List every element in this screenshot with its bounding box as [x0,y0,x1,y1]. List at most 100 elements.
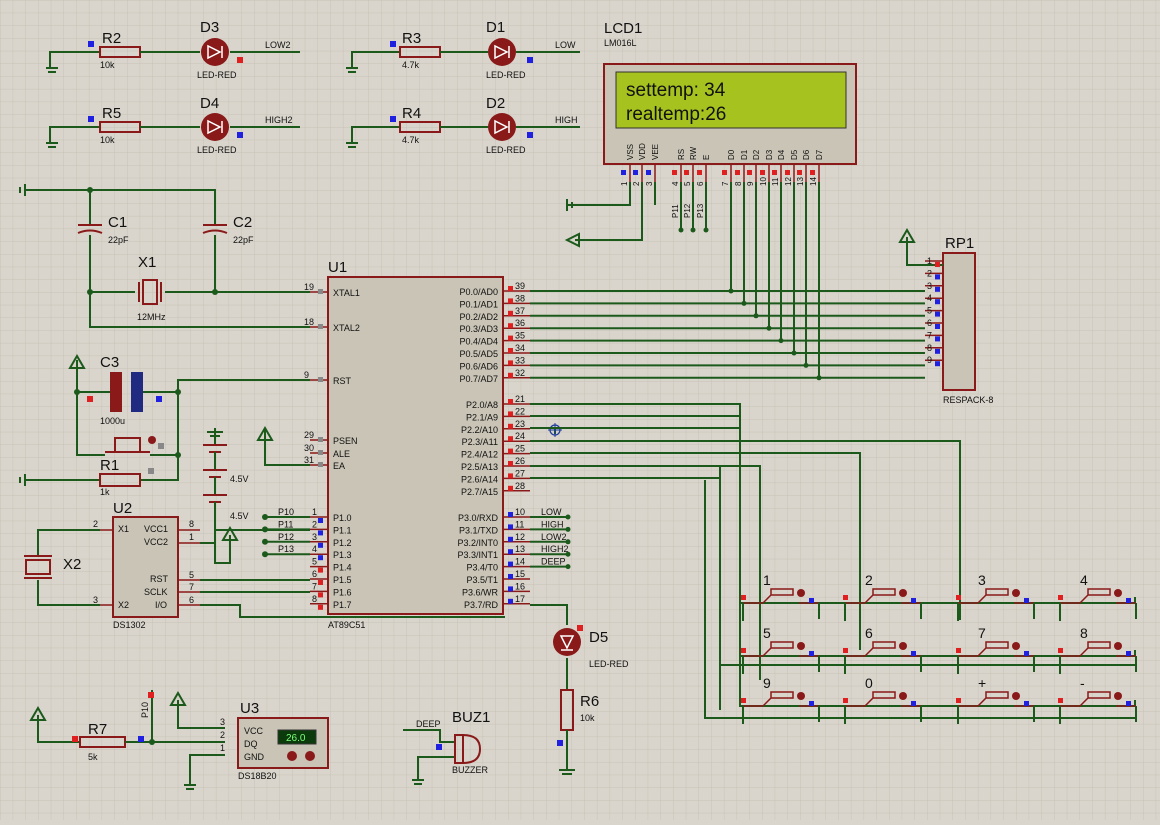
mcu-pin-state-7 [318,592,323,598]
lcd-ctrl-net-1: P11 [671,204,680,218]
mcu-pin-label-p2-4: P2.4/A12 [461,450,498,460]
u3-pin-vcc: VCC [244,726,264,736]
bus-junction-3 [766,325,772,331]
r5-ref: R5 [102,105,121,122]
x1-ref: X1 [138,254,156,271]
mcu-pin-label-p0-6: P0.6/AD6 [459,361,498,371]
mcu-pin-label-p3-2: P3.2/INT0 [457,538,498,548]
rp1-pin-number-5: 5 [927,306,932,316]
rp1-pin-state-6 [935,324,940,329]
mcu-pin-state-37 [508,310,513,316]
mcu-pin-number-10: 10 [515,507,525,517]
mcu-pin-label-xtal2: XTAL2 [333,323,360,333]
mcu-pin-label-p1-6: P1.6 [333,587,352,597]
lcd-pin-number-14: 14 [809,177,818,186]
mcu-pin-number-3: 3 [312,532,317,542]
rp1-pin-number-2: 2 [927,268,932,278]
rp1-pin-number-9: 9 [927,355,932,365]
lcd-pin-label-d7: D7 [815,149,824,160]
lcd-pin-number-9: 9 [746,181,755,186]
u2-part: DS1302 [113,620,146,630]
lcd-pin-label-e: E [702,155,711,160]
bus-junction-0 [728,288,734,294]
d2-ref: D2 [486,95,505,112]
rp1-pin-state-3 [935,286,940,292]
net-label-p3-HIGH: HIGH [541,519,564,529]
bus-junction-4 [778,338,784,344]
mcu-pin-number-32: 32 [515,368,525,378]
bus-junction-5 [791,350,797,356]
mcu-pin-label-p0-4: P0.4/AD4 [459,337,498,347]
r2-ref: R2 [102,30,121,47]
d2-net-label: HIGH [555,115,578,125]
u3-pin-gnd: GND [244,752,265,762]
mcu-pin-state-22 [508,411,513,417]
mcu-pin-state-19 [318,289,323,294]
r4-ref: R4 [402,105,421,122]
lcd-pin-state-2 [633,170,638,175]
u2-pin-1: 1 [189,532,194,542]
u2-pin-vcc1: VCC1 [144,524,168,534]
lcd-ctrl-terminal-2 [690,227,696,233]
lcd-pin-label-d6: D6 [802,149,811,160]
buzzer-value: BUZZER [452,765,489,775]
mcu-pin-label-p1-0: P1.0 [333,513,352,523]
rp1-pin-number-6: 6 [927,318,932,328]
mcu-pin-number-17: 17 [515,594,525,604]
mcu-pin-number-8: 8 [312,594,317,604]
lcd-line-1: settemp: 34 [626,80,726,101]
u2-pin-sclk: SCLK [144,587,168,597]
u2-pin-x2: X2 [118,600,129,610]
lcd-ctrl-terminal-3 [703,227,709,233]
mcu-pin-state-33 [508,360,513,366]
mcu-pin-number-28: 28 [515,481,525,491]
c2-value: 22pF [233,235,254,245]
rp1-pin-number-7: 7 [927,330,932,340]
net-label-P11: P11 [278,519,293,529]
u2-pin-3: 3 [93,595,98,605]
d1-ref: D1 [486,19,505,36]
d4-net-label: HIGH2 [265,115,293,125]
mcu-pin-state-14 [508,561,513,567]
r7-ref: R7 [88,721,107,738]
mcu-pin-label-p2-5: P2.5/A13 [461,462,498,472]
mcu-pin-state-3 [318,542,323,548]
mcu-pin-number-27: 27 [515,468,525,478]
mcu-port2-pins: 21 P2.0/A8 22 P2.1/A9 23 P2.2/A10 24 P2.3/A11 25… [461,394,530,497]
lcd-pin-number-5: 5 [683,181,692,186]
mcu-pin-state-1 [318,518,323,523]
battery-voltage-2: 4.5V [230,511,249,521]
mcu-pin-state-5 [318,567,323,573]
c1-value: 22pF [108,235,129,245]
mcu-pin-label-p3-7: P3.7/RD [464,600,499,610]
mcu-pin-state-30 [318,450,323,455]
mcu-pin-label-p3-1: P3.1/TXD [459,525,499,535]
c3-capacitor [110,372,122,412]
keypad-key-label-5: 5 [763,625,771,641]
net-label-p3-DEEP: DEEP [541,557,566,567]
lcd-pin-label-vss: VSS [626,144,635,160]
mcu-pin-number-36: 36 [515,318,525,328]
lcd-pin-number-6: 6 [696,181,705,186]
schematic-canvas[interactable]: R2 10k D3 LED-RED LOW2 R3 4.7k D1 LED-RE… [0,0,1160,820]
u3-display: 26.0 [286,733,306,744]
mcu-pin-state-25 [508,448,513,454]
mcu-pin-state-18 [318,324,323,329]
lcd-pin-state-7 [722,170,727,175]
mcu-pin-state-36 [508,323,513,329]
mcu-pin-number-25: 25 [515,444,525,454]
u3-pin-dq: DQ [244,739,258,749]
c3-ref: C3 [100,354,119,371]
mcu-pin-state-9 [318,377,323,382]
r1-value: 1k [100,487,110,497]
rp1-ref: RP1 [945,235,974,252]
bus-junction-6 [803,362,809,368]
net-label-p3-LOW: LOW [541,507,562,517]
lcd-pin-number-12: 12 [784,177,793,186]
mcu-pin-state-15 [508,574,513,579]
lcd-pin-number-13: 13 [796,177,805,186]
mcu-pin-label-p1-7: P1.7 [333,600,352,610]
d3-value: LED-RED [197,70,237,80]
mcu-pin-number-33: 33 [515,355,525,365]
schematic-svg[interactable]: R2 10k D3 LED-RED LOW2 R3 4.7k D1 LED-RE… [0,0,1160,820]
